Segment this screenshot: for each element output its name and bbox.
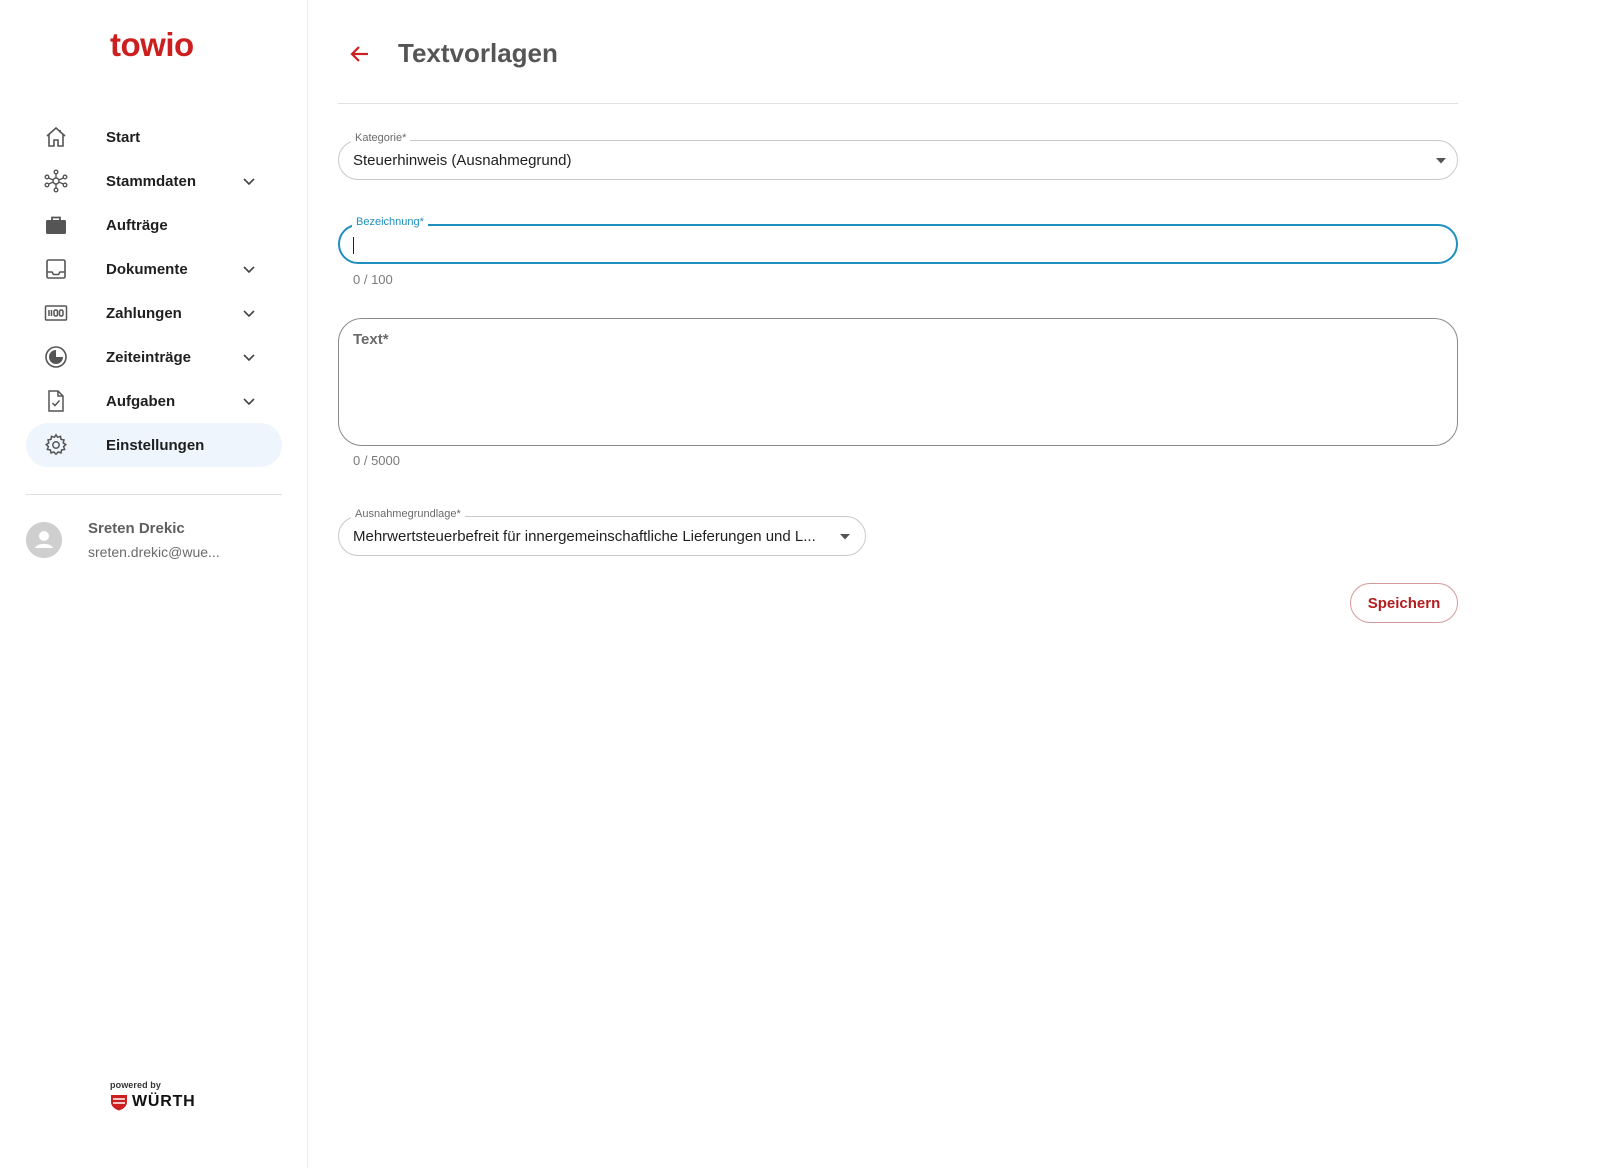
sidebar-item-label: Stammdaten <box>106 172 197 190</box>
sidebar-item-label: Dokumente <box>106 260 188 278</box>
text-placeholder: Text* <box>353 331 389 348</box>
ausnahmegrundlage-label: Ausnahmegrundlage* <box>351 508 465 520</box>
sidebar-item-zeiteintraege[interactable]: Zeiteinträge <box>26 335 282 379</box>
sidebar-item-einstellungen[interactable]: Einstellungen <box>26 423 282 467</box>
arrow-left-icon <box>350 46 368 62</box>
chevron-down-icon[interactable] <box>240 348 258 366</box>
gear-icon <box>44 433 68 457</box>
dropdown-arrow-icon[interactable] <box>1435 157 1447 165</box>
bezeichnung-label: Bezeichnung* <box>352 216 428 228</box>
powered-by-wurth: powered by WÜRTH <box>110 1080 210 1111</box>
main-navigation: Start Stammdaten Aufträge Dokumente Zahl… <box>26 115 282 467</box>
avatar <box>26 522 62 558</box>
kategorie-label: Kategorie* <box>351 132 411 144</box>
user-email: sreten.drekic@wue... <box>88 544 220 560</box>
chevron-down-icon[interactable] <box>240 260 258 278</box>
dropdown-arrow-icon[interactable] <box>839 533 851 541</box>
chevron-down-icon[interactable] <box>240 392 258 410</box>
sidebar-item-label: Aufgaben <box>106 392 176 410</box>
user-profile[interactable]: Sreten Drekic sreten.drekic@wue... <box>26 518 286 568</box>
kategorie-select[interactable]: Kategorie* Steuerhinweis (Ausnahmegrund) <box>338 132 1458 180</box>
sidebar-item-start[interactable]: Start <box>26 115 282 159</box>
chevron-down-icon[interactable] <box>240 172 258 190</box>
clock-icon <box>44 345 68 369</box>
kategorie-value: Steuerhinweis (Ausnahmegrund) <box>353 152 572 169</box>
sidebar-item-zahlungen[interactable]: Zahlungen <box>26 291 282 335</box>
page-title: Textvorlagen <box>398 38 558 68</box>
money-icon <box>44 301 68 325</box>
wurth-wordmark: WÜRTH <box>132 1093 196 1110</box>
sidebar-divider <box>26 494 282 495</box>
towio-logo[interactable]: towio <box>110 26 194 64</box>
sidebar-item-stammdaten[interactable]: Stammdaten <box>26 159 282 203</box>
sidebar-item-label: Aufträge <box>106 216 168 234</box>
sidebar: towio Start Stammdaten Aufträge Dokument… <box>0 0 308 1168</box>
sidebar-item-label: Zeiteinträge <box>106 348 192 366</box>
sidebar-item-label: Start <box>106 128 141 146</box>
text-area[interactable]: Text* <box>338 318 1458 446</box>
network-icon <box>44 169 68 193</box>
sidebar-item-aufgaben[interactable]: Aufgaben <box>26 379 282 423</box>
wurth-logo-icon <box>110 1093 128 1111</box>
briefcase-icon <box>44 213 68 237</box>
powered-by-label: powered by <box>110 1080 162 1090</box>
text-cursor <box>353 237 354 254</box>
home-icon <box>44 125 68 149</box>
sidebar-item-auftraege[interactable]: Aufträge <box>26 203 282 247</box>
sidebar-item-label: Zahlungen <box>106 304 182 322</box>
sidebar-item-dokumente[interactable]: Dokumente <box>26 247 282 291</box>
ausnahmegrundlage-select[interactable]: Ausnahmegrundlage* Mehrwertsteuerbefreit… <box>338 508 866 556</box>
bezeichnung-input[interactable]: Bezeichnung* <box>338 216 1458 264</box>
task-file-icon <box>44 389 68 413</box>
header-divider <box>338 103 1458 104</box>
bezeichnung-counter: 0 / 100 <box>353 272 393 287</box>
user-name: Sreten Drekic <box>88 520 185 537</box>
inbox-icon <box>44 257 68 281</box>
ausnahmegrundlage-value: Mehrwertsteuerbefreit für innergemeinsch… <box>353 528 816 545</box>
chevron-down-icon[interactable] <box>240 304 258 322</box>
sidebar-item-label: Einstellungen <box>106 436 205 454</box>
back-button[interactable] <box>346 40 374 68</box>
text-counter: 0 / 5000 <box>353 453 400 468</box>
save-button[interactable]: Speichern <box>1350 583 1458 623</box>
